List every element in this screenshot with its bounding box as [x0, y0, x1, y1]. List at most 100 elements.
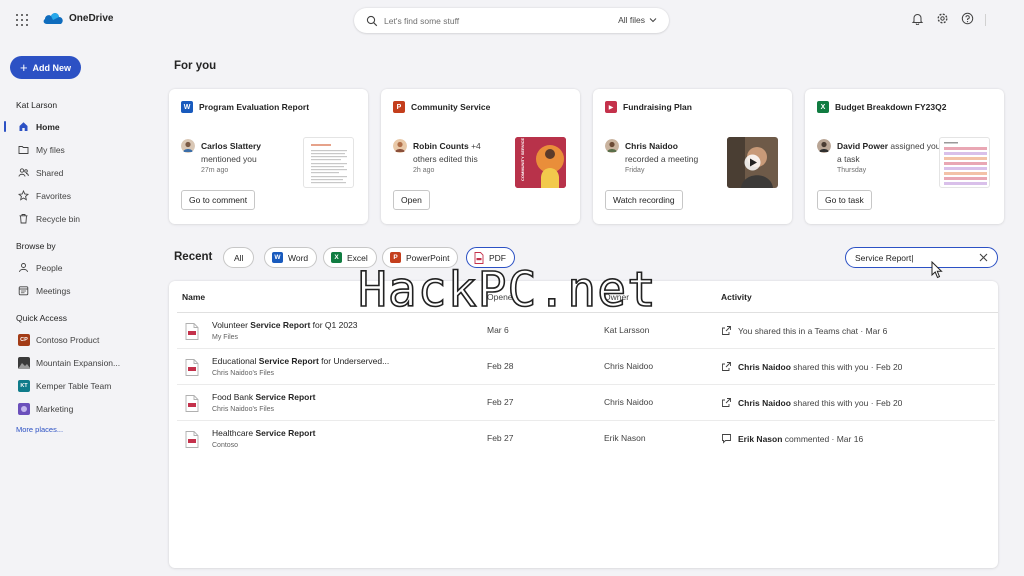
brand[interactable]: OneDrive — [42, 11, 113, 25]
for-you-card[interactable]: X Budget Breakdown FY23Q2 David Power as… — [805, 89, 1004, 224]
for-you-title: For you — [174, 60, 217, 72]
card-activity: Carlos Slattery mentioned you — [201, 140, 301, 165]
table-row[interactable]: Healthcare Service Report Contoso Feb 27… — [177, 421, 995, 457]
avatar — [605, 139, 619, 153]
card-title: Budget Breakdown FY23Q2 — [835, 102, 947, 112]
sidebar-item-label: Favorites — [36, 190, 71, 201]
file-opened: Feb 27 — [487, 397, 514, 407]
search-scope-label: All files — [618, 15, 645, 25]
sidebar-item-label: Recycle bin — [36, 213, 80, 224]
avatar — [817, 139, 831, 153]
card-action: mentioned you — [201, 153, 257, 164]
sidebar-item-shared[interactable]: Shared — [0, 161, 160, 184]
filter-box[interactable] — [845, 247, 998, 268]
watch-recording-button[interactable]: Watch recording — [605, 190, 683, 210]
file-activity: You shared this in a Teams chat · Mar 6 — [721, 325, 887, 336]
recent-files-table: Name Opened Owner Activity Volunteer Ser… — [169, 281, 998, 568]
sidebar-item-recycle-bin[interactable]: Recycle bin — [0, 207, 160, 230]
filter-input[interactable] — [855, 252, 973, 263]
filter-excel[interactable]: X Excel — [323, 247, 377, 268]
column-header-name[interactable]: Name — [182, 292, 205, 302]
quick-access-mountain-expansion[interactable]: Mountain Expansion... — [0, 351, 160, 374]
sidebar-item-meetings[interactable]: Meetings — [0, 279, 160, 302]
spreadsheet-thumbnail — [939, 137, 990, 188]
column-header-owner[interactable]: Owner — [604, 292, 629, 302]
sidebar: Kat Larson Home My files Shared Favorite… — [0, 95, 160, 440]
file-name: Educational Service Report for Underserv… — [212, 356, 389, 366]
search-scope-dropdown[interactable]: All files — [618, 15, 657, 25]
table-row[interactable]: Food Bank Service Report Chris Naidoo's … — [177, 385, 995, 421]
sidebar-item-people[interactable]: People — [0, 256, 160, 279]
open-button[interactable]: Open — [393, 190, 430, 210]
file-name-suffix: for Underserved... — [318, 356, 390, 366]
go-to-task-button[interactable]: Go to task — [817, 190, 872, 210]
search-input[interactable] — [384, 15, 604, 26]
card-title: Fundraising Plan — [623, 102, 692, 112]
file-name-match: Service Report — [255, 428, 316, 438]
video-thumbnail[interactable] — [727, 137, 778, 188]
excel-file-icon: X — [817, 101, 829, 113]
filter-label: PDF — [489, 252, 506, 263]
file-location: My Files — [212, 334, 239, 341]
bell-icon[interactable] — [911, 12, 924, 26]
filter-powerpoint[interactable]: P PowerPoint — [382, 247, 459, 268]
file-opened: Mar 6 — [487, 325, 509, 335]
card-time: 27m ago — [201, 167, 229, 174]
card-activity: Chris Naidoo recorded a meeting — [625, 140, 725, 165]
filter-all[interactable]: All — [223, 247, 255, 268]
for-you-card[interactable]: P Community Service Robin Counts +4 othe… — [381, 89, 580, 224]
column-header-opened[interactable]: Opened — [487, 292, 517, 302]
card-action: others edited this — [413, 153, 478, 164]
file-name-prefix: Healthcare — [212, 428, 256, 438]
file-name: Food Bank Service Report — [212, 392, 315, 402]
activity-actor: Chris Naidoo — [738, 361, 791, 372]
quick-access-label: Kemper Table Team — [36, 380, 112, 391]
top-divider — [985, 14, 986, 26]
file-location: Chris Naidoo's Files — [212, 406, 275, 413]
gear-icon[interactable] — [936, 12, 949, 25]
go-to-comment-button[interactable]: Go to comment — [181, 190, 256, 210]
chevron-down-icon — [649, 18, 657, 23]
quick-access-kemper-table-team[interactable]: KT Kemper Table Team — [0, 374, 160, 397]
share-icon — [722, 398, 731, 407]
sidebar-item-home[interactable]: Home — [0, 115, 160, 138]
quick-access-label: Mountain Expansion... — [36, 357, 121, 368]
quick-access-contoso-product[interactable]: CP Contoso Product — [0, 328, 160, 351]
pdf-file-icon — [185, 395, 199, 412]
app-launcher-icon[interactable] — [16, 14, 28, 26]
add-new-label: Add New — [32, 62, 72, 73]
card-time: Thursday — [837, 167, 867, 174]
help-icon[interactable] — [961, 12, 974, 25]
more-places-link[interactable]: More places... — [0, 420, 160, 440]
table-row[interactable]: Educational Service Report for Underserv… — [177, 349, 995, 385]
table-row[interactable]: Volunteer Service Report for Q1 2023 My … — [177, 313, 995, 349]
home-icon — [18, 121, 29, 132]
filter-label: Excel — [347, 252, 368, 263]
user-name: Kat Larson — [16, 100, 58, 110]
card-person: Robin Counts — [413, 141, 469, 151]
pdf-file-icon — [185, 359, 199, 376]
add-new-button[interactable]: + Add New — [10, 56, 81, 79]
search-box[interactable]: All files — [354, 8, 669, 33]
filter-pdf[interactable]: PDF — [466, 247, 515, 268]
column-header-activity[interactable]: Activity — [721, 292, 752, 302]
app-name: OneDrive — [69, 12, 114, 24]
filter-word[interactable]: W Word — [264, 247, 318, 268]
for-you-card[interactable]: W Program Evaluation Report Carlos Slatt… — [169, 89, 368, 224]
quick-access-marketing[interactable]: Marketing — [0, 397, 160, 420]
sidebar-item-favorites[interactable]: Favorites — [0, 184, 160, 207]
quick-access-label: Marketing — [36, 403, 74, 414]
sidebar-item-my-files[interactable]: My files — [0, 138, 160, 161]
browse-by-title: Browse by — [16, 241, 56, 251]
close-icon[interactable] — [979, 253, 988, 262]
sidebar-item-label: My files — [36, 144, 65, 155]
activity-text: You shared this in a Teams chat · Mar 6 — [738, 325, 888, 336]
for-you-card[interactable]: ▶ Fundraising Plan Chris Naidoo recorded… — [593, 89, 792, 224]
sidebar-item-label: Meetings — [36, 285, 71, 296]
card-title: Community Service — [411, 102, 491, 112]
place-badge: CP — [18, 333, 30, 346]
folder-icon — [18, 144, 29, 155]
powerpoint-file-icon: P — [393, 101, 405, 113]
sidebar-item-label: People — [36, 262, 63, 273]
trash-icon — [18, 213, 29, 224]
